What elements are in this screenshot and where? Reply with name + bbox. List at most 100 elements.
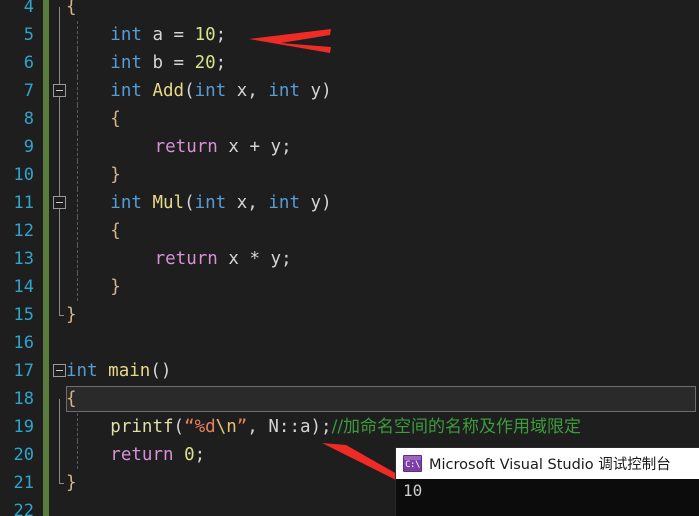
- code-text[interactable]: {: [66, 0, 77, 21]
- code-line[interactable]: 8{: [0, 105, 699, 133]
- code-text[interactable]: return x + y;: [155, 133, 292, 161]
- code-token: ;: [215, 53, 227, 73]
- line-change-indicator: [43, 385, 49, 413]
- indent-guide: [77, 217, 78, 245]
- line-number: 12: [13, 221, 34, 241]
- console-title-bar[interactable]: C:\ Microsoft Visual Studio 调试控制台: [396, 448, 699, 479]
- code-token: ;: [215, 25, 227, 45]
- code-token: x,: [226, 193, 269, 213]
- line-number: 22: [13, 501, 34, 516]
- code-token: {: [66, 389, 77, 409]
- code-token: ;: [194, 445, 206, 465]
- code-token: int: [194, 81, 227, 101]
- outline-guide-line: [59, 399, 60, 413]
- code-text[interactable]: {: [110, 217, 121, 245]
- code-line[interactable]: 5 int a = 10;: [0, 21, 699, 49]
- outline-guide-line: [59, 273, 60, 301]
- code-text[interactable]: return 0;: [110, 441, 205, 469]
- code-token: (): [150, 361, 172, 381]
- code-token: ;: [281, 137, 292, 157]
- line-change-indicator: [43, 413, 49, 441]
- code-token: , N::a: [247, 417, 311, 437]
- code-line[interactable]: 6 int b = 20;: [0, 49, 699, 77]
- code-line[interactable]: 13 return x * y;: [0, 245, 699, 273]
- code-text[interactable]: {: [110, 105, 121, 133]
- line-change-indicator: [43, 329, 49, 357]
- code-token: 20: [194, 53, 216, 73]
- outline-guide-line: [59, 441, 60, 469]
- line-number: 15: [13, 305, 34, 325]
- indent-guide: [77, 21, 78, 49]
- line-number: 18: [13, 389, 34, 409]
- code-token: return: [110, 445, 174, 465]
- code-fold-collapse-icon[interactable]: [53, 84, 66, 97]
- code-line[interactable]: 10}: [0, 161, 699, 189]
- code-text[interactable]: {: [66, 385, 77, 413]
- code-text[interactable]: return x * y;: [155, 245, 292, 273]
- code-line[interactable]: 19 printf(“%d\n”, N::a);//加命名空间的名称及作用域限定: [0, 413, 699, 441]
- code-line[interactable]: 14}: [0, 273, 699, 301]
- code-token: (: [173, 417, 185, 437]
- code-text[interactable]: int main(): [66, 357, 171, 385]
- code-editor-pane[interactable]: 4{5 int a = 10; 6 int b = 20; 7 int Add(int x…: [0, 0, 699, 516]
- code-line[interactable]: 18 {: [0, 385, 699, 413]
- code-token: int: [66, 361, 98, 381]
- code-line[interactable]: 7 int Add(int x, int y): [0, 77, 699, 105]
- code-line[interactable]: 16: [0, 329, 699, 357]
- visual-studio-editor-screenshot: 4{5 int a = 10; 6 int b = 20; 7 int Add(int x…: [0, 0, 699, 516]
- code-line[interactable]: 4{: [0, 0, 699, 21]
- outline-guide-line: [59, 413, 60, 441]
- line-number: 7: [23, 81, 34, 101]
- code-text[interactable]: int Mul(int x, int y): [110, 189, 331, 217]
- brace-match-highlight: [66, 386, 696, 412]
- code-token: int: [110, 53, 142, 73]
- console-icon-label: C:\: [405, 459, 420, 470]
- line-number: 21: [13, 473, 34, 493]
- line-change-indicator: [43, 189, 49, 217]
- console-output-area[interactable]: 10: [396, 479, 699, 516]
- line-number: 11: [13, 193, 34, 213]
- line-change-indicator: [43, 469, 49, 497]
- code-token: (: [184, 81, 195, 101]
- console-output-text: 10: [403, 481, 423, 500]
- code-line[interactable]: 15}: [0, 301, 699, 329]
- code-text[interactable]: }: [110, 273, 121, 301]
- code-text[interactable]: }: [110, 161, 121, 189]
- code-line[interactable]: 9 return x + y;: [0, 133, 699, 161]
- code-token: *: [249, 249, 260, 269]
- code-token: );: [310, 417, 332, 437]
- code-token: “%d: [184, 417, 216, 437]
- code-line[interactable]: 11 int Mul(int x, int y): [0, 189, 699, 217]
- code-text[interactable]: int Add(int x, int y): [110, 77, 331, 105]
- code-text[interactable]: int a = 10;: [110, 21, 226, 49]
- code-fold-collapse-icon[interactable]: [53, 364, 66, 377]
- code-token: ;: [281, 249, 292, 269]
- code-token: y: [259, 137, 282, 157]
- line-number: 9: [23, 137, 34, 157]
- outline-guide-line: [59, 161, 60, 189]
- code-text[interactable]: printf(“%d\n”, N::a);//加命名空间的名称及作用域限定: [110, 413, 581, 441]
- outline-guide-line: [59, 245, 60, 273]
- code-fold-collapse-icon[interactable]: [53, 196, 66, 209]
- code-token: y: [299, 193, 322, 213]
- debug-console-window[interactable]: C:\ Microsoft Visual Studio 调试控制台 10: [396, 448, 699, 516]
- code-text[interactable]: }: [66, 469, 77, 497]
- code-line[interactable]: 12 {: [0, 217, 699, 245]
- outline-guide-line: [59, 217, 60, 245]
- indent-guide: [77, 273, 78, 301]
- indent-guide: [77, 105, 78, 133]
- code-text[interactable]: }: [66, 301, 77, 329]
- code-lines-container: 4{5 int a = 10; 6 int b = 20; 7 int Add(int x…: [0, 0, 699, 516]
- code-token: x: [217, 137, 250, 157]
- code-line[interactable]: 17 int main(): [0, 357, 699, 385]
- outline-guide-line: [59, 7, 60, 21]
- code-token: ): [321, 193, 332, 213]
- code-token: x,: [226, 81, 269, 101]
- code-token: int: [268, 81, 300, 101]
- code-token: ): [321, 81, 332, 101]
- code-text[interactable]: int b = 20;: [110, 49, 226, 77]
- indent-guide: [77, 189, 78, 217]
- code-token: //加命名空间的名称及作用域限定: [331, 417, 582, 437]
- indent-guide: [77, 77, 78, 105]
